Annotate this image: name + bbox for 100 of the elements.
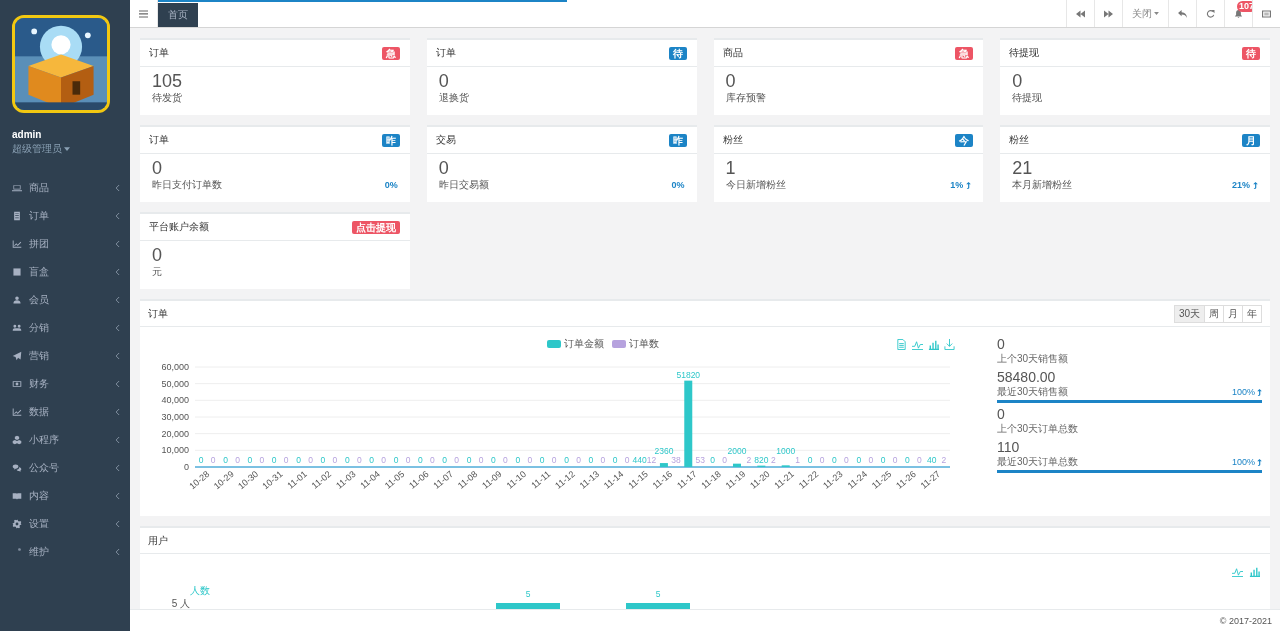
- card-badge[interactable]: 点击提现: [351, 220, 400, 234]
- menu-item[interactable]: 盲盒: [0, 258, 130, 286]
- menu-item[interactable]: 会员: [0, 286, 130, 314]
- caret-icon[interactable]: [64, 147, 70, 151]
- data-label: 0: [551, 455, 557, 465]
- data-label: 0: [880, 455, 886, 465]
- period-button[interactable]: 年: [1242, 304, 1262, 323]
- panel-title: 用户: [148, 533, 168, 548]
- card-value: 1: [725, 158, 736, 178]
- menu-item[interactable]: 公众号: [0, 454, 130, 482]
- legend-item[interactable]: 订单金额: [547, 337, 604, 351]
- stat-value: 110: [997, 440, 1020, 455]
- menu-item[interactable]: 设置: [0, 510, 130, 538]
- menu-item[interactable]: 订单: [0, 202, 130, 230]
- menu-item[interactable]: 商品: [0, 174, 130, 202]
- card-value: 0: [152, 245, 162, 265]
- data-label: 0: [600, 455, 606, 465]
- tab[interactable]: 首页: [158, 3, 198, 27]
- card-badge: 待: [1242, 46, 1260, 60]
- chevron-left-icon: [116, 465, 120, 471]
- card-title: 商品: [722, 46, 743, 60]
- card-badge: 急: [381, 46, 400, 60]
- double-right-icon: [1104, 9, 1113, 18]
- menu-item[interactable]: 内容: [0, 482, 130, 510]
- data-label: 0: [418, 455, 423, 465]
- line-chart-icon[interactable]: [1232, 566, 1243, 577]
- data-label: 820: [754, 454, 769, 465]
- stat-label: 上个30天订单总数: [997, 422, 1079, 436]
- percent-value: 21%: [1232, 180, 1250, 190]
- data-label: 38: [671, 455, 681, 465]
- menu-item[interactable]: 分销: [0, 314, 130, 342]
- user-role[interactable]: 超级管理员: [12, 142, 62, 156]
- menu-button[interactable]: [130, 0, 158, 27]
- period-button[interactable]: 30天: [1173, 304, 1205, 323]
- menu-item[interactable]: 数据: [0, 398, 130, 426]
- card-label: 昨日支付订单数: [152, 178, 222, 192]
- chevron-left-icon: [116, 185, 120, 191]
- card-title: 平台账户余额: [149, 220, 209, 234]
- menu-item[interactable]: 财务: [0, 370, 130, 398]
- data-label: 0: [320, 455, 326, 465]
- data-label: 0: [832, 455, 837, 465]
- card-value: 105: [152, 71, 183, 91]
- percent-value: 0%: [671, 180, 685, 190]
- card-badge: 待: [668, 46, 687, 60]
- card-label: 退换货: [438, 91, 469, 105]
- card-label: 库存预警: [725, 91, 766, 105]
- y-tick-label: 0: [184, 462, 189, 472]
- card-badge: 急: [955, 46, 974, 60]
- chevron-left-icon: [116, 381, 120, 387]
- card-label: 昨日交易额: [438, 178, 489, 192]
- chat-icon: [12, 463, 22, 473]
- menu-item[interactable]: 小程序: [0, 426, 130, 454]
- menu-item[interactable]: 营销: [0, 342, 130, 370]
- bar-chart-icon[interactable]: [928, 338, 939, 350]
- data-label: 5: [525, 589, 531, 599]
- data-label: 2360: [654, 446, 674, 456]
- data-label: 1: [795, 455, 801, 465]
- trend-up-icon: [1257, 388, 1262, 396]
- line-chart-icon[interactable]: [912, 338, 923, 350]
- laptop-icon: [12, 183, 22, 193]
- y-tick-label: 40,000: [161, 395, 189, 406]
- card-badge: 昨: [381, 133, 400, 147]
- data-label: 0: [905, 455, 910, 465]
- menu-item[interactable]: 维护: [0, 538, 130, 566]
- download-icon[interactable]: [944, 338, 955, 350]
- card-value: 0: [152, 158, 162, 178]
- menu-item[interactable]: 拼团: [0, 230, 130, 258]
- chevron-left-icon: [116, 493, 120, 499]
- stat-label: 最近30天销售额: [997, 385, 1069, 399]
- card-title: 粉丝: [1009, 133, 1030, 147]
- data-label: 0: [588, 455, 594, 465]
- data-label: 0: [539, 455, 545, 465]
- data-view-icon[interactable]: [896, 338, 907, 350]
- data-label: 0: [393, 455, 399, 465]
- document-icon: [12, 211, 22, 221]
- percent-value: 1%: [950, 180, 964, 190]
- data-label: 0: [917, 455, 922, 465]
- data-label: 0: [356, 455, 362, 465]
- card-value: 0: [1012, 71, 1023, 91]
- legend-item[interactable]: 订单数: [612, 337, 659, 351]
- line-chart-icon: [12, 407, 22, 417]
- bar: [659, 463, 668, 467]
- period-button[interactable]: 周: [1204, 304, 1224, 323]
- stat-value: 0: [997, 337, 1005, 352]
- refresh-icon: [1206, 9, 1215, 18]
- copyright-text: © 2017-2021: [1219, 615, 1272, 626]
- paper-plane-icon: [12, 351, 22, 361]
- square-icon: [12, 267, 22, 277]
- period-button[interactable]: 月: [1223, 304, 1243, 323]
- card-title: 订单: [149, 133, 169, 147]
- data-label: 0: [612, 455, 618, 465]
- chevron-left-icon: [116, 297, 120, 303]
- chevron-left-icon: [116, 325, 120, 331]
- card-badge: 昨: [668, 133, 687, 147]
- data-label: 5: [655, 589, 661, 599]
- trend-up-icon: [1257, 458, 1262, 466]
- data-label: 0: [819, 455, 825, 465]
- line-chart-icon: [12, 239, 22, 249]
- data-label: 0: [624, 455, 630, 465]
- bar-chart-icon[interactable]: [1249, 566, 1260, 577]
